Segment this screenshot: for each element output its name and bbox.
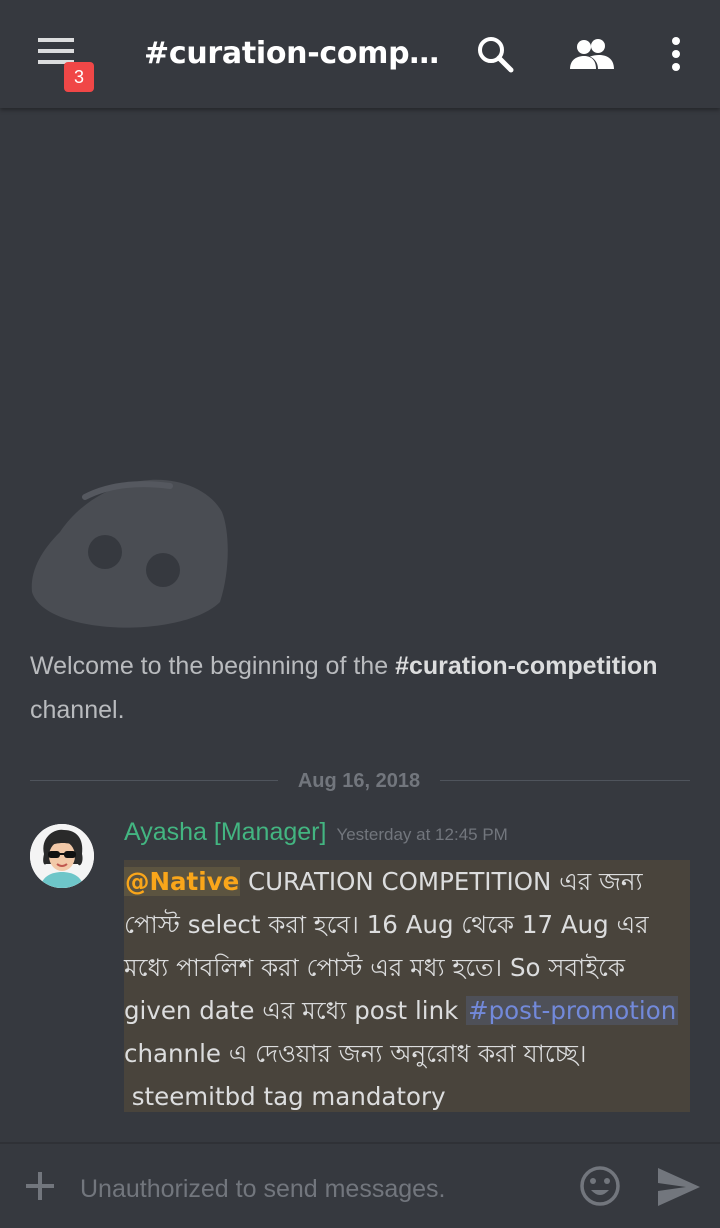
divider-line	[30, 780, 278, 781]
divider-line	[440, 780, 690, 781]
welcome-prefix: Welcome to the beginning of the	[30, 652, 396, 680]
discord-logo-icon	[31, 479, 228, 628]
search-button[interactable]	[467, 26, 523, 82]
user-mention[interactable]: @Native	[124, 867, 241, 896]
message-line: পোস্ট select করা হবে। 16 Aug থেকে 17 Aug…	[124, 910, 649, 939]
message-header: Ayasha [Manager] Yesterday at 12:45 PM	[124, 818, 508, 856]
divider-date: Aug 16, 2018	[297, 770, 421, 792]
more-options-button[interactable]	[648, 26, 704, 82]
message-composer: Unauthorized to send messages.	[0, 1142, 720, 1228]
members-button[interactable]	[564, 26, 620, 82]
message-line: @Native CURATION COMPETITION এর জন্য	[124, 860, 690, 903]
message-text: given date এর মধ্যে post link	[124, 996, 467, 1025]
send-button[interactable]	[654, 1164, 704, 1210]
emoji-button[interactable]	[576, 1162, 624, 1210]
message-line: given date এর মধ্যে post link #post-prom…	[124, 989, 690, 1032]
channel-link[interactable]: #post-promotion	[466, 996, 679, 1025]
search-icon	[478, 37, 514, 73]
avatar[interactable]	[30, 824, 94, 888]
welcome-channel[interactable]: #curation-competition	[395, 652, 658, 680]
message-input[interactable]: Unauthorized to send messages.	[80, 1172, 540, 1206]
menu-button[interactable]: 3	[24, 22, 104, 92]
message-text: CURATION COMPETITION এর জন্য	[240, 867, 643, 896]
message-content: @Native CURATION COMPETITION এর জন্য পোস…	[124, 860, 690, 1112]
message-line: steemitbd tag mandatory	[124, 1082, 446, 1111]
send-icon	[658, 1168, 700, 1206]
message-line: মধ্যে পাবলিশ করা পোস্ট এর মধ্য হতে। So স…	[124, 953, 625, 982]
add-attachment-button[interactable]	[20, 1164, 60, 1208]
top-app-bar: 3 #curation-compe...	[0, 0, 720, 108]
more-vertical-icon	[672, 37, 680, 71]
message-line: channle এ দেওয়ার জন্য অনুরোধ করা যাচ্ছে…	[124, 1039, 587, 1068]
notification-badge: 3	[64, 62, 94, 92]
members-icon	[570, 39, 614, 69]
date-divider: Aug 16, 2018	[30, 766, 690, 796]
emoji-icon	[580, 1166, 620, 1206]
message-author[interactable]: Ayasha [Manager]	[124, 818, 326, 846]
user-avatar-icon	[30, 824, 94, 888]
welcome-suffix: channel.	[30, 696, 125, 724]
plus-icon	[26, 1172, 54, 1200]
channel-title: #curation-compe...	[144, 36, 442, 71]
message-timestamp: Yesterday at 12:45 PM	[336, 825, 508, 844]
welcome-message: Welcome to the beginning of the #curatio…	[30, 644, 700, 732]
discord-mobile-app: 3 #curation-compe... Welcome to the begi…	[0, 0, 720, 1228]
